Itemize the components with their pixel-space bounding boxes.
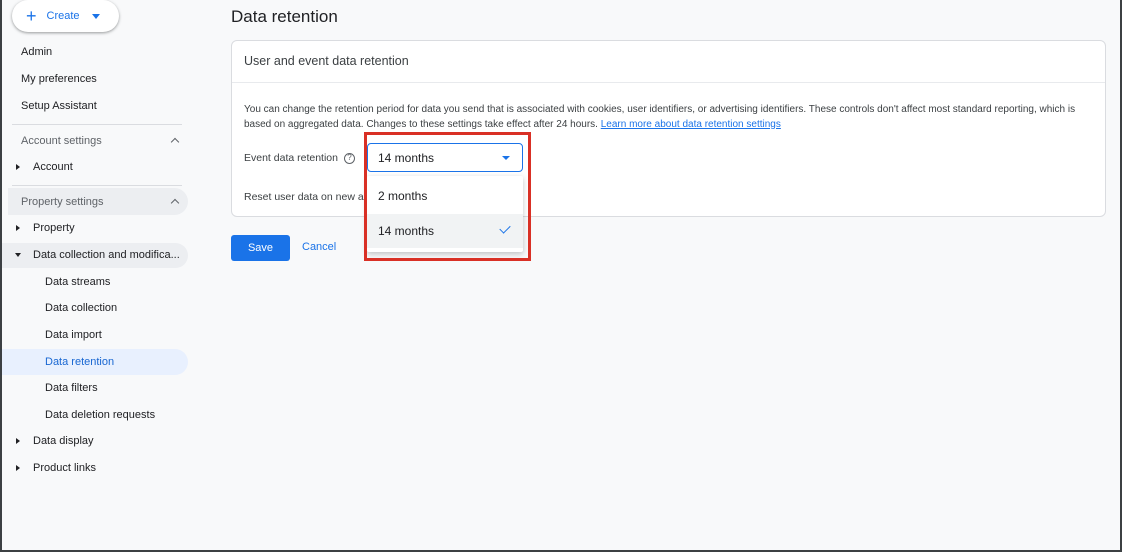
property-settings-header[interactable]: Property settings — [8, 188, 188, 215]
divider — [12, 185, 182, 186]
nav-data-streams[interactable]: Data streams — [45, 270, 110, 294]
plus-icon: + — [26, 6, 37, 26]
divider — [12, 124, 182, 125]
event-retention-label-text: Event data retention — [244, 152, 338, 164]
nav-product-links[interactable]: Product links — [33, 456, 96, 480]
page-title: Data retention — [231, 7, 338, 26]
divider — [232, 82, 1105, 83]
nav-data-filters[interactable]: Data filters — [45, 376, 98, 400]
retention-card: User and event data retention You can ch… — [231, 40, 1106, 217]
account-settings-header[interactable]: Account settings — [8, 127, 188, 154]
nav-data-collection-modification[interactable]: Data collection and modifica... — [33, 243, 180, 267]
reset-user-data-label: Reset user data on new a — [244, 191, 364, 203]
card-description: You can change the retention period for … — [244, 103, 1099, 132]
nav-property[interactable]: Property — [33, 216, 75, 240]
collapse-arrow-icon[interactable] — [15, 253, 21, 257]
nav-admin[interactable]: Admin — [21, 40, 52, 64]
expand-arrow-icon[interactable] — [16, 225, 20, 231]
property-settings-title: Property settings — [21, 195, 104, 208]
expand-arrow-icon[interactable] — [16, 438, 20, 444]
save-button[interactable]: Save — [231, 235, 290, 261]
cancel-button[interactable]: Cancel — [302, 241, 336, 253]
nav-my-preferences[interactable]: My preferences — [21, 67, 97, 91]
expand-arrow-icon[interactable] — [16, 164, 20, 170]
nav-data-deletion-requests[interactable]: Data deletion requests — [45, 403, 155, 427]
chevron-up-icon — [170, 198, 180, 208]
highlight-box — [364, 132, 531, 261]
learn-more-link[interactable]: Learn more about data retention settings — [601, 119, 781, 130]
chevron-up-icon — [170, 137, 180, 147]
event-retention-label: Event data retention ? — [244, 152, 355, 164]
nav-account[interactable]: Account — [33, 155, 73, 179]
card-title: User and event data retention — [244, 54, 409, 68]
create-button[interactable]: + Create — [12, 0, 119, 32]
nav-data-display[interactable]: Data display — [33, 429, 94, 453]
expand-arrow-icon[interactable] — [16, 465, 20, 471]
nav-data-collection[interactable]: Data collection — [45, 296, 117, 320]
nav-data-retention[interactable]: Data retention — [45, 350, 114, 374]
nav-data-import[interactable]: Data import — [45, 323, 102, 347]
account-settings-title: Account settings — [21, 134, 102, 147]
help-icon[interactable]: ? — [343, 152, 355, 164]
create-label: Create — [46, 10, 80, 22]
sidebar: + Create Admin My preferences Setup Assi… — [2, 0, 192, 550]
nav-setup-assistant[interactable]: Setup Assistant — [21, 94, 97, 118]
caret-down-icon — [91, 13, 100, 19]
